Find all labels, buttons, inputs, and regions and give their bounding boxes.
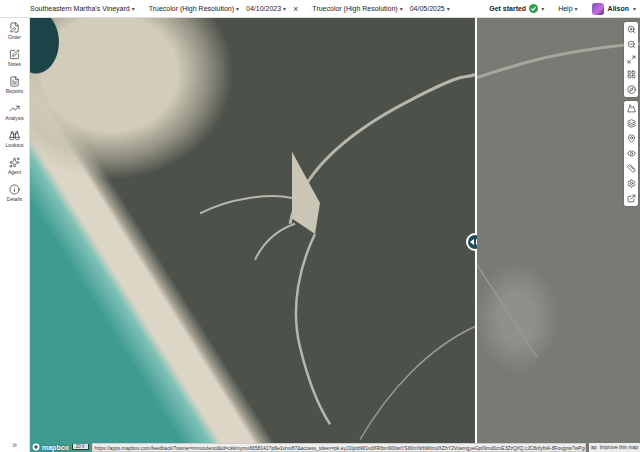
ruler-icon (627, 164, 636, 173)
left-layer-dropdown[interactable]: Truecolor (High Resolution)▾ (149, 5, 239, 12)
fit-bounds-icon (627, 55, 636, 64)
left-layer-group: Truecolor (High Resolution)▾ 04/10/2023▾ × (149, 4, 299, 14)
map-tool-button[interactable] (624, 101, 638, 116)
map-toolbar (624, 22, 638, 206)
caret-icon: ▾ (575, 5, 578, 12)
map-tool-button[interactable] (624, 176, 638, 191)
road-drawing (30, 18, 475, 452)
mapbox-mark-icon (32, 443, 40, 451)
map-tool-button[interactable] (624, 131, 638, 146)
collapse-button[interactable]: » (12, 440, 17, 450)
external-link-icon (627, 194, 636, 203)
map-tool-button[interactable] (624, 52, 638, 67)
status-url: https://apps.mapbox.com/feedback/?owner=… (92, 443, 586, 452)
caret-icon: ▾ (447, 5, 450, 12)
order-icon (9, 22, 20, 33)
right-layer-dropdown[interactable]: Truecolor (High Resolution)▾ (312, 5, 402, 12)
grid-icon (627, 70, 636, 79)
eye-icon (627, 149, 636, 158)
caret-icon: ▾ (132, 5, 135, 12)
sidebar-item[interactable]: Agent (8, 157, 21, 177)
left-date-dropdown[interactable]: 04/10/2023▾ (246, 5, 286, 12)
user-menu[interactable]: Alison▾ (592, 3, 636, 15)
terrain-icon (627, 104, 636, 113)
zoom-in-icon (627, 25, 636, 34)
imagery-before[interactable] (30, 18, 475, 452)
attribution[interactable]: apImprove this map (589, 443, 640, 452)
map-tool-button[interactable] (624, 146, 638, 161)
app: Southeastern Martha's Vineyard▾ Truecolor… (0, 0, 640, 452)
caret-icon: ▾ (236, 5, 239, 12)
notes-icon (9, 49, 20, 60)
imagery-after[interactable] (477, 18, 640, 452)
aoi-dropdown[interactable]: Southeastern Martha's Vineyard▾ (30, 5, 135, 12)
check-circle-icon (529, 4, 538, 13)
sidebar: Order Notes Reports Analysis Lookout Agent Det… (0, 18, 30, 452)
map-tool-button[interactable] (624, 82, 638, 97)
compass-icon (627, 85, 636, 94)
top-bar: Southeastern Martha's Vineyard▾ Truecolor… (0, 0, 640, 18)
lookout-icon (9, 130, 20, 141)
sidebar-item[interactable]: Details (7, 184, 22, 204)
help-dropdown[interactable]: Help▾ (558, 5, 577, 12)
sidebar-item[interactable]: Analysis (5, 103, 24, 123)
analysis-icon (9, 103, 20, 114)
map-tools (624, 101, 638, 206)
map[interactable]: mapbox20 fthttps://apps.mapbox.com/feedb… (30, 18, 640, 452)
caret-icon: ▾ (400, 5, 403, 12)
scale-bar: 20 ft (72, 444, 89, 450)
pin-icon (627, 134, 636, 143)
map-controls (624, 22, 638, 97)
zoom-out-icon (627, 40, 636, 49)
mapbox-logo[interactable]: mapbox (32, 443, 69, 451)
map-tool-button[interactable] (624, 116, 638, 131)
sidebar-item[interactable]: Notes (8, 49, 21, 69)
caret-icon: ▾ (633, 5, 636, 12)
details-icon (9, 184, 20, 195)
gear-icon (627, 179, 636, 188)
reports-icon (9, 76, 20, 87)
right-layer-group: Truecolor (High Resolution)▾ 04/05/2025▾ (312, 5, 449, 12)
map-tool-button[interactable] (624, 191, 638, 206)
get-started-button[interactable]: Get started▾ (489, 4, 544, 13)
sidebar-item[interactable]: Order (8, 22, 21, 42)
caret-icon: ▾ (283, 5, 286, 12)
map-tool-button[interactable] (624, 37, 638, 52)
map-footer: mapbox20 fthttps://apps.mapbox.com/feedb… (30, 442, 640, 452)
layers-icon (627, 119, 636, 128)
caret-icon: ▾ (541, 5, 544, 12)
sidebar-item[interactable]: Reports (6, 76, 24, 96)
right-date-dropdown[interactable]: 04/05/2025▾ (410, 5, 450, 12)
map-tool-button[interactable] (624, 67, 638, 82)
close-compare-button[interactable]: × (293, 4, 298, 14)
body: Order Notes Reports Analysis Lookout Agent Det… (0, 18, 640, 452)
map-tool-button[interactable] (624, 22, 638, 37)
avatar-icon (592, 3, 604, 15)
sidebar-item[interactable]: Lookout (6, 130, 24, 150)
road-drawing (477, 18, 640, 452)
agent-icon (9, 157, 20, 168)
map-tool-button[interactable] (624, 161, 638, 176)
